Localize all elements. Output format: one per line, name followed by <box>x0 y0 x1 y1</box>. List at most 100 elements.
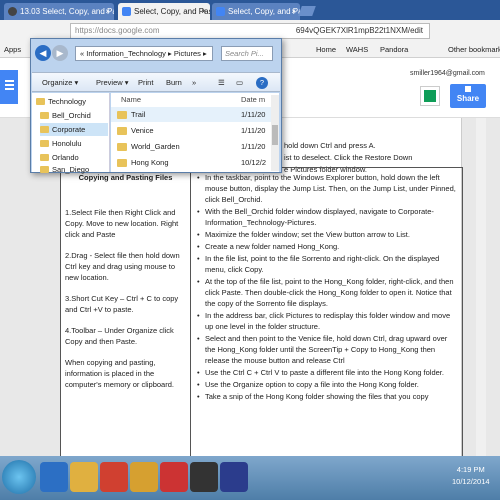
folder-icon <box>40 166 49 173</box>
search-placeholder: Search Pi... <box>225 49 264 58</box>
method-item: 1.Select File then Right Click and Copy.… <box>65 208 179 239</box>
bookmark-apps[interactable]: Apps <box>4 42 21 58</box>
explorer-search-input[interactable]: Search Pi... <box>221 46 273 61</box>
preview-pane-icon[interactable]: ▭ <box>236 73 243 92</box>
file-name: Hong Kong <box>131 158 169 167</box>
file-explorer-icon[interactable] <box>70 462 98 492</box>
tree-item-bell-orchid[interactable]: Bell_Orchid <box>40 109 108 122</box>
file-list: Name Date m Trail 1/11/20 Venice 1/11/20… <box>111 93 279 172</box>
file-row[interactable]: Trail 1/11/20 <box>111 107 271 122</box>
tree-item-honolulu[interactable]: Honolulu <box>40 137 108 150</box>
tab-3[interactable]: Select, Copy, and Pasting × <box>212 3 300 20</box>
instructions-table: Copying and Pasting Files 1.Select File … <box>60 167 463 458</box>
step-item: Select and then point to the Venice file… <box>197 333 458 366</box>
address-text: 694vQGEK7XlR1mpB22t1NXM/edit <box>295 26 423 35</box>
internet-explorer-icon[interactable] <box>40 462 68 492</box>
snipping-tool-icon[interactable] <box>160 462 188 492</box>
tree-item-san-diego[interactable]: San_Diego <box>40 163 108 176</box>
step-item: Use the Ctrl C + Ctrl V to paste a diffe… <box>197 367 458 378</box>
tree-item-technology[interactable]: Technology <box>36 95 108 108</box>
chrome-icon[interactable] <box>100 462 128 492</box>
method-item: 2.Drag - Select file then hold down Ctrl… <box>65 251 180 282</box>
methods-cell[interactable]: Copying and Pasting Files 1.Select File … <box>60 167 191 458</box>
user-email[interactable]: smiller1964@gmail.com <box>410 70 485 77</box>
file-date: 1/11/20 <box>241 110 266 119</box>
file-row[interactable]: Venice 1/11/20 <box>111 123 271 138</box>
file-row[interactable]: World_Garden 1/11/20 <box>111 139 271 154</box>
start-button[interactable] <box>2 460 36 494</box>
system-clock[interactable]: 4:19 PM 10/12/2014 <box>452 464 490 488</box>
new-tab-button[interactable] <box>298 6 316 16</box>
help-icon[interactable]: ? <box>256 77 268 89</box>
burn-button[interactable]: Burn <box>166 73 182 92</box>
step-item: In the taskbar, point to the Windows Exp… <box>197 172 458 205</box>
folder-icon <box>40 126 49 133</box>
tab-label: Select, Copy, and Pasting <box>134 7 210 16</box>
steps-cell[interactable]: In the taskbar, point to the Windows Exp… <box>190 167 463 458</box>
explorer-address-bar[interactable]: « Information_Technology ▸ Pictures ▸ <box>75 46 213 61</box>
tab-1[interactable]: 13.03 Select, Copy, and Pa × <box>4 3 114 20</box>
lock-icon <box>465 86 471 92</box>
bookmark-pandora[interactable]: Pandora <box>380 42 408 58</box>
explorer-window[interactable]: ◀ ▶ « Information_Technology ▸ Pictures … <box>30 38 282 176</box>
column-header-date[interactable]: Date m <box>241 95 265 107</box>
address-bar[interactable]: https://docs.google.com 694vQGEK7XlR1mpB… <box>70 23 430 39</box>
explorer-nav: ◀ ▶ « Information_Technology ▸ Pictures … <box>35 45 279 65</box>
view-options-icon[interactable]: ☰ <box>218 73 225 92</box>
explorer-breadcrumb: « Information_Technology ▸ Pictures ▸ <box>80 49 207 58</box>
app-icon[interactable] <box>220 462 248 492</box>
folder-icon <box>117 143 127 151</box>
bookmark-home[interactable]: Home <box>316 42 336 58</box>
tab-2[interactable]: Select, Copy, and Pasting × <box>118 3 210 20</box>
share-button[interactable]: Share <box>450 84 486 108</box>
windows-taskbar: 4:19 PM 10/12/2014 <box>0 456 500 500</box>
file-list-scrollbar[interactable] <box>271 95 279 171</box>
comments-button[interactable] <box>420 86 440 106</box>
folder-app-icon[interactable] <box>130 462 158 492</box>
tab-label: 13.03 Select, Copy, and Pa <box>20 7 114 16</box>
close-tab-icon[interactable]: × <box>291 3 296 20</box>
tree-item-corporate[interactable]: Corporate <box>40 123 108 136</box>
file-name: Trail <box>131 110 146 119</box>
method-item: 3.Short Cut Key – Ctrl + C to copy and C… <box>65 294 179 314</box>
step-item: Take a snip of the Hong Kong folder show… <box>197 391 458 402</box>
organize-menu[interactable]: Organize ▾ <box>42 73 78 92</box>
more-commands-button[interactable]: » <box>192 73 196 92</box>
folder-icon <box>36 98 45 105</box>
file-date: 10/12/2 <box>241 158 267 167</box>
share-label: Share <box>456 94 480 103</box>
file-row[interactable]: Hong Kong 10/12/2 <box>111 155 271 170</box>
folder-icon <box>117 159 127 167</box>
camtasia-icon[interactable] <box>190 462 218 492</box>
step-item: With the Bell_Orchid folder window displ… <box>197 206 458 228</box>
tree-label: Honolulu <box>52 139 82 148</box>
tab-favicon-icon <box>8 7 17 16</box>
print-button[interactable]: Print <box>138 73 153 92</box>
docs-logo-icon[interactable] <box>0 70 18 104</box>
preview-menu[interactable]: Preview ▾ <box>96 73 129 92</box>
back-button[interactable]: ◀ <box>35 45 51 61</box>
document-scrollbar[interactable] <box>476 118 486 456</box>
browser-tab-strip: 13.03 Select, Copy, and Pa × Select, Cop… <box>0 0 500 20</box>
forward-button[interactable]: ▶ <box>52 45 68 61</box>
intro-line: ist to deselect. Click the Restore Down <box>284 153 413 162</box>
file-name: Venice <box>131 126 154 135</box>
close-tab-icon[interactable]: × <box>201 3 206 20</box>
tree-label: Bell_Orchid <box>52 111 91 120</box>
file-name: World_Garden <box>131 142 180 151</box>
tree-label: Corporate <box>52 125 86 134</box>
folder-icon <box>40 154 49 161</box>
method-item: 4.Toolbar – Under Organize click Copy an… <box>65 326 174 346</box>
folder-icon <box>117 111 127 119</box>
folder-icon <box>117 127 127 135</box>
address-host: https://docs.google.com <box>75 26 160 35</box>
step-item: Maximize the folder window; set the View… <box>197 229 458 240</box>
close-tab-icon[interactable]: × <box>105 3 110 20</box>
bookmark-wahs[interactable]: WAHS <box>346 42 368 58</box>
docs-favicon-icon <box>122 7 131 16</box>
scrollbar-thumb[interactable] <box>272 125 278 145</box>
column-header-name[interactable]: Name <box>121 95 141 107</box>
bookmark-other[interactable]: Other bookmarks <box>448 42 500 58</box>
file-date: 1/11/20 <box>241 142 266 151</box>
explorer-command-bar: Organize ▾ Preview ▾ Print Burn » ☰ ▭ ? <box>32 72 280 92</box>
